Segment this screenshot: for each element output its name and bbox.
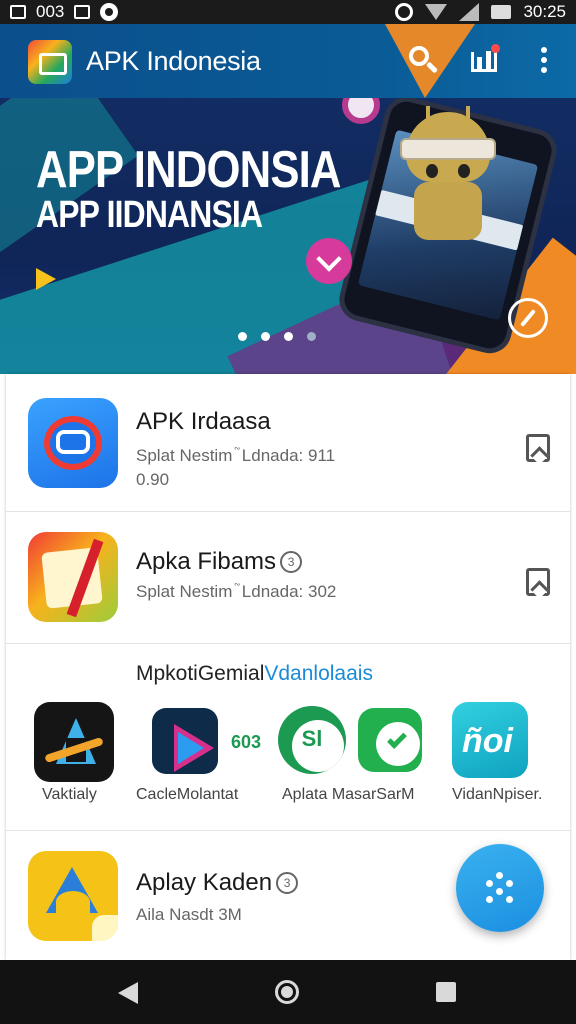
chevron-down-icon[interactable] bbox=[306, 238, 352, 284]
app-tile-icon[interactable]: Sl bbox=[278, 706, 346, 774]
list-item-subtitle: Splat Nestim ֘ Ldnada: 302 bbox=[136, 582, 337, 601]
app-tile[interactable]: CacleMolantat bbox=[136, 702, 238, 803]
carousel-dot[interactable] bbox=[238, 332, 247, 341]
status-time: 30:25 bbox=[523, 2, 566, 21]
app-tile[interactable]: Sl bbox=[278, 702, 346, 774]
bookmark-icon[interactable] bbox=[526, 434, 550, 462]
carousel-dot[interactable] bbox=[261, 332, 270, 341]
carousel-dot[interactable] bbox=[307, 332, 316, 341]
app-tile[interactable]: Aplata MasarSarM bbox=[282, 702, 422, 803]
list-item-title: Aplay Kaden 3 bbox=[136, 869, 299, 897]
signal-icon bbox=[459, 3, 480, 21]
app-tile-label: Vaktialy bbox=[42, 786, 97, 803]
section-title: MpkotiGemialVdanlolaais bbox=[136, 662, 373, 685]
list-item[interactable]: Apka Fibams 3 Splat Nestim ֘ Ldnada: 302 bbox=[6, 512, 570, 644]
floating-action-button[interactable] bbox=[456, 844, 544, 932]
app-tile-icon[interactable] bbox=[152, 708, 218, 774]
app-tile[interactable]: Vaktialy bbox=[34, 702, 114, 803]
alarm-icon bbox=[395, 3, 414, 21]
notification-icon bbox=[100, 3, 119, 21]
app-bar: APK Indonesia bbox=[0, 24, 576, 98]
wifi-icon bbox=[425, 4, 448, 20]
back-icon[interactable] bbox=[118, 982, 138, 1004]
search-icon[interactable] bbox=[405, 42, 441, 78]
status-bar: 003 30:25 bbox=[0, 0, 576, 24]
app-icon[interactable] bbox=[28, 532, 118, 622]
image-icon bbox=[74, 5, 91, 19]
list-item[interactable]: APK Irdaasa Splat Nestim ֘ Ldnada: 911 0… bbox=[6, 374, 570, 512]
mini-badge: 603 bbox=[231, 732, 262, 752]
app-tile-icon[interactable] bbox=[34, 702, 114, 782]
battery-icon bbox=[491, 5, 512, 19]
notification-dot bbox=[491, 44, 500, 53]
app-tile-label: VidanNpiser. bbox=[452, 786, 543, 803]
app-icon[interactable] bbox=[28, 398, 118, 488]
info-badge: 3 bbox=[280, 551, 303, 573]
info-badge: 3 bbox=[276, 872, 299, 894]
app-tile[interactable]: ñoi VidanNpiser. bbox=[452, 702, 542, 803]
play-store-icon bbox=[36, 268, 56, 290]
list-item-subtitle: Splat Nestim ֘ Ldnada: 911 bbox=[136, 446, 336, 465]
system-nav-bar bbox=[0, 960, 576, 1024]
hero-headline: APP INDONSIA bbox=[36, 141, 341, 199]
gallery-icon bbox=[10, 5, 26, 19]
app-tile-icon[interactable] bbox=[358, 708, 422, 772]
app-icon[interactable] bbox=[28, 851, 118, 941]
app-tile-icon[interactable]: ñoi bbox=[452, 702, 528, 778]
recents-icon[interactable] bbox=[436, 982, 456, 1002]
more-vert-icon[interactable] bbox=[526, 42, 562, 78]
chart-icon[interactable] bbox=[466, 42, 502, 78]
app-tile-label: Aplata MasarSarM bbox=[282, 786, 415, 803]
android-robot-illustration bbox=[392, 106, 504, 256]
orb-icon bbox=[342, 98, 380, 124]
app-tile-label: CacleMolantat bbox=[136, 786, 239, 803]
app-logo-icon[interactable] bbox=[28, 40, 72, 84]
home-icon[interactable] bbox=[275, 980, 299, 1004]
hero-banner[interactable]: APP INDONSIA APP IIDNANSIA bbox=[0, 98, 576, 374]
bookmark-icon[interactable] bbox=[526, 568, 550, 596]
list-item-title: APK Irdaasa bbox=[136, 408, 271, 435]
app-title: APK Indonesia bbox=[86, 46, 261, 76]
carousel-indicator[interactable] bbox=[238, 332, 316, 341]
carousel-dot[interactable] bbox=[284, 332, 293, 341]
list-item-title: Apka Fibams 3 bbox=[136, 548, 303, 576]
list-item-subtitle: Aila Nasdt 3M bbox=[136, 905, 242, 924]
status-time-left: 003 bbox=[36, 2, 65, 21]
compass-icon[interactable] bbox=[508, 298, 548, 338]
list-item-meta: 0.90 bbox=[136, 470, 170, 489]
hero-subheadline: APP IIDNANSIA bbox=[36, 194, 263, 236]
